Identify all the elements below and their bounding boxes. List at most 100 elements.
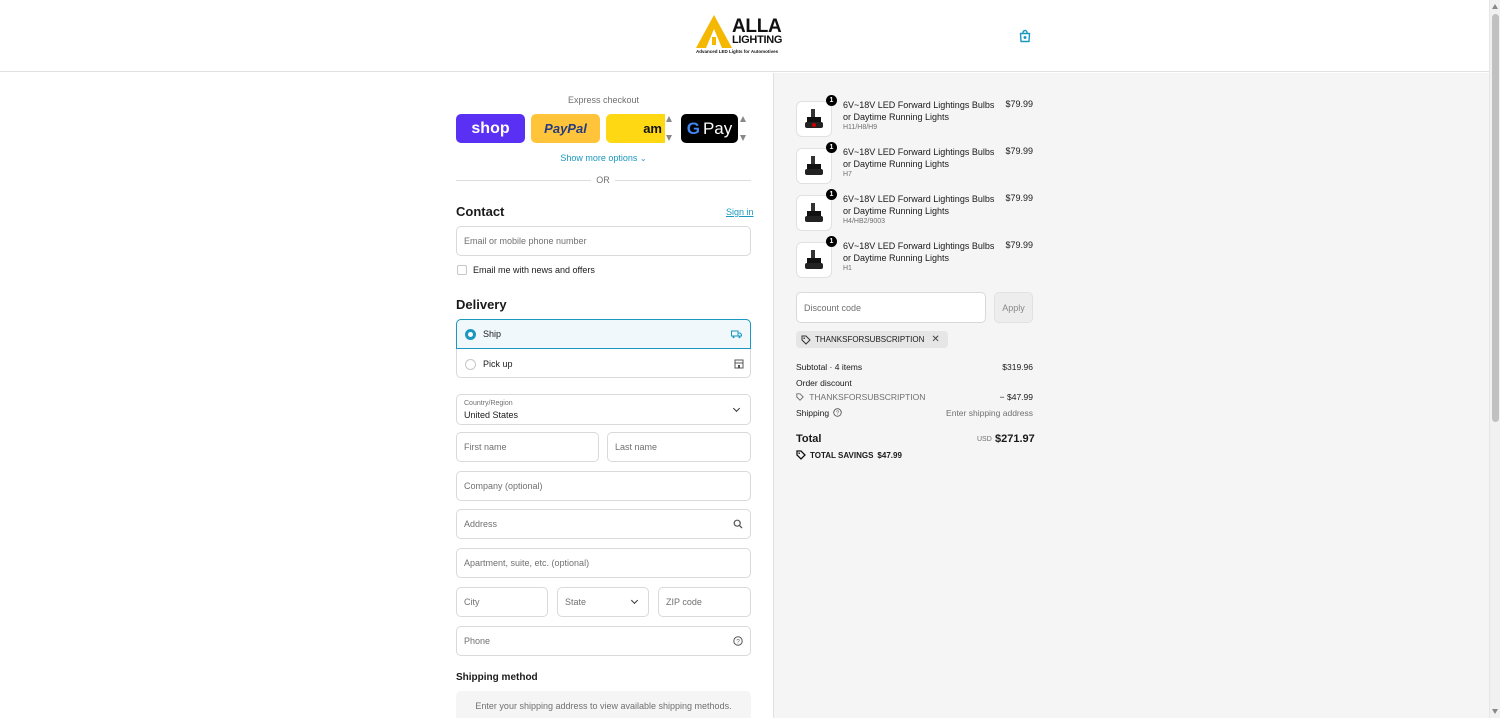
quantity-badge: 1 — [826, 142, 837, 153]
item-variant: H11/H8/H9 — [843, 124, 878, 131]
quantity-badge: 1 — [826, 189, 837, 200]
phone-field[interactable]: Phone ? — [456, 626, 751, 656]
scroll-up-arrow-icon[interactable] — [1492, 4, 1498, 9]
item-name: 6V~18V LED Forward Lightings Bulbs or Da… — [843, 194, 995, 216]
header: ALLA LIGHTING Advanced LED Lights for Au… — [0, 0, 1489, 72]
total-value: $271.97 — [995, 433, 1035, 445]
google-pay-label: Pay — [702, 118, 733, 138]
tag-icon — [796, 393, 804, 401]
product-thumbnail — [796, 242, 832, 278]
delivery-title: Delivery — [456, 297, 507, 312]
product-thumbnail — [796, 148, 832, 184]
email-field[interactable]: Email or mobile phone number — [456, 226, 751, 256]
truck-icon — [731, 330, 742, 338]
discount-code-input[interactable]: Discount code — [796, 292, 986, 323]
applied-code-label: THANKSFORSUBSCRIPTION — [815, 335, 925, 344]
address-field[interactable]: Address — [456, 509, 751, 539]
state-placeholder: State — [565, 597, 587, 607]
shipping-method-notice: Enter your shipping address to view avai… — [456, 691, 751, 718]
quantity-badge: 1 — [826, 236, 837, 247]
cart-item: 1 6V~18V LED Forward Lightings Bulbs or … — [796, 142, 1033, 186]
chevron-down-icon — [732, 404, 741, 413]
shipping-method-title: Shipping method — [456, 672, 538, 683]
applied-discount-chip: THANKSFORSUBSCRIPTION ✕ — [796, 331, 948, 348]
logo-triangle-icon — [696, 15, 732, 48]
apply-discount-button[interactable]: Apply — [994, 292, 1033, 323]
product-thumbnail — [796, 195, 832, 231]
express-checkout-label: Express checkout — [567, 95, 640, 105]
last-name-placeholder: Last name — [615, 442, 658, 452]
sign-in-link[interactable]: Sign in — [726, 207, 754, 217]
svg-text:?: ? — [736, 638, 740, 645]
ship-label: Ship — [483, 329, 502, 339]
order-discount-row: Order discount — [796, 378, 1033, 388]
shopping-bag-icon[interactable] — [1018, 29, 1032, 43]
newsletter-checkbox[interactable] — [457, 265, 467, 275]
total-label: Total — [796, 433, 822, 445]
zip-placeholder: ZIP code — [666, 597, 702, 607]
pickup-label: Pick up — [483, 359, 513, 369]
google-pay-button[interactable]: G Pay — [681, 114, 738, 143]
state-select[interactable]: State — [557, 587, 649, 617]
ship-radio[interactable] — [465, 328, 476, 340]
shipping-value: Enter shipping address — [946, 408, 1033, 418]
google-g-icon: G — [686, 118, 700, 138]
remove-discount-icon[interactable]: ✕ — [931, 334, 939, 345]
country-select[interactable]: Country/Region United States — [456, 394, 751, 425]
discount-placeholder: Discount code — [804, 302, 862, 313]
city-placeholder: City — [464, 597, 480, 607]
item-name: 6V~18V LED Forward Lightings Bulbs or Da… — [843, 100, 995, 122]
item-name: 6V~18V LED Forward Lightings Bulbs or Da… — [843, 241, 995, 263]
order-discount-label: Order discount — [796, 378, 852, 388]
total-currency: USD — [977, 436, 992, 443]
paypal-button[interactable]: PayPal — [531, 114, 600, 143]
country-label: Country/Region — [464, 400, 513, 407]
scroll-down-arrow-icon[interactable] — [1492, 709, 1498, 714]
logo-wordmark: ALLA LIGHTING — [732, 16, 783, 46]
apartment-placeholder: Apartment, suite, etc. (optional) — [464, 558, 590, 568]
first-name-field[interactable]: First name — [456, 432, 599, 462]
item-variant: H1 — [843, 265, 852, 272]
help-icon[interactable]: ? — [833, 408, 843, 417]
total-savings: TOTAL SAVINGS $47.99 — [796, 450, 902, 460]
search-icon[interactable] — [733, 519, 743, 529]
help-icon[interactable]: ? — [733, 636, 743, 646]
page-scrollbar[interactable] — [1489, 0, 1500, 718]
company-field[interactable]: Company (optional) — [456, 471, 751, 501]
email-placeholder: Email or mobile phone number — [464, 236, 587, 246]
item-price: $79.99 — [1005, 146, 1033, 156]
country-value: United States — [464, 410, 519, 420]
cart-item: 1 6V~18V LED Forward Lightings Bulbs or … — [796, 236, 1033, 280]
item-price: $79.99 — [1005, 193, 1033, 203]
pickup-radio[interactable] — [465, 358, 476, 370]
shipping-label: Shipping — [796, 408, 830, 418]
savings-value: $47.99 — [877, 450, 902, 460]
delivery-option-ship[interactable]: Ship — [456, 319, 751, 349]
apartment-field[interactable]: Apartment, suite, etc. (optional) — [456, 548, 751, 578]
zip-field[interactable]: ZIP code — [658, 587, 751, 617]
city-field[interactable]: City — [456, 587, 548, 617]
amazon-pay-button[interactable]: am — [606, 114, 665, 143]
amazon-scroll-arrows[interactable] — [666, 114, 674, 143]
gpay-scroll-arrows[interactable] — [740, 114, 748, 143]
item-variant: H4/HB2/9003 — [843, 218, 886, 225]
discount-detail-row: THANKSFORSUBSCRIPTION − $47.99 — [796, 392, 1033, 402]
last-name-field[interactable]: Last name — [607, 432, 751, 462]
address-placeholder: Address — [464, 519, 498, 529]
subtotal-label: Subtotal · 4 items — [796, 362, 863, 372]
amazon-pay-label: am — [643, 121, 662, 136]
shop-pay-button[interactable]: shop — [456, 114, 525, 143]
tag-icon — [801, 335, 811, 345]
delivery-options: Ship Pick up — [456, 319, 751, 378]
scroll-thumb[interactable] — [1492, 14, 1499, 422]
chevron-down-icon: ⌄ — [639, 154, 647, 163]
shipping-row: Shipping ? Enter shipping address — [796, 408, 1033, 418]
store-logo[interactable]: ALLA LIGHTING Advanced LED Lights for Au… — [696, 15, 794, 57]
or-label: OR — [591, 175, 615, 185]
show-more-options-link[interactable]: Show more options ⌄ — [456, 153, 751, 163]
newsletter-label: Email me with news and offers — [473, 265, 595, 275]
delivery-option-pickup[interactable]: Pick up — [457, 349, 752, 379]
savings-label: TOTAL SAVINGS — [810, 450, 874, 460]
subtotal-value: $319.96 — [1002, 362, 1033, 372]
show-more-label: Show more options — [560, 153, 638, 163]
